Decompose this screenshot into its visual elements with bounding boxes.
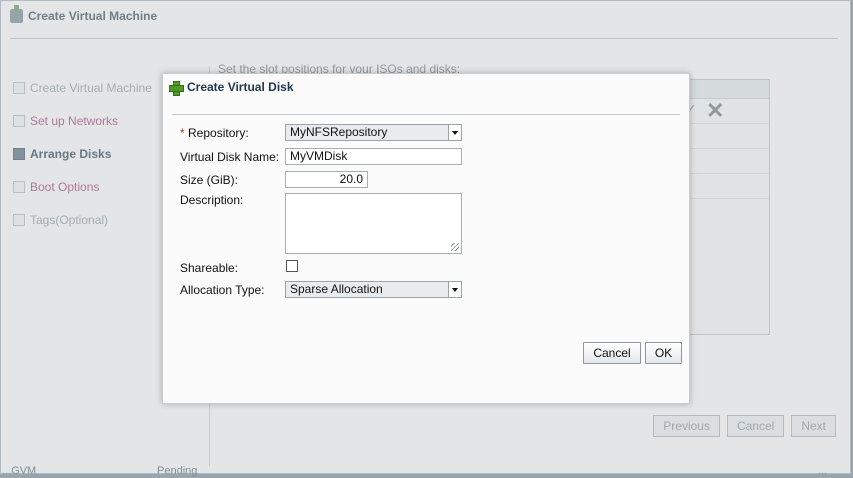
create-virtual-disk-dialog: Create Virtual Disk * Repository: MyNFSR… [162,73,690,404]
description-label: Description: [180,193,244,207]
cancel-button[interactable]: Cancel [583,342,641,364]
shareable-checkbox[interactable] [286,260,298,272]
disk-name-input[interactable]: MyVMDisk [285,148,462,165]
plus-icon [169,80,184,96]
repository-select[interactable]: MyNFSRepository [285,124,462,141]
allocation-type-label: Allocation Type: [180,283,265,297]
required-marker: * [180,126,185,140]
repository-label: * Repository: [180,126,249,140]
description-textarea[interactable] [285,193,462,254]
dialog-title: Create Virtual Disk [187,80,294,94]
chevron-down-icon[interactable] [448,282,461,297]
dialog-divider [172,114,680,115]
allocation-type-select[interactable]: Sparse Allocation [285,281,462,298]
repository-selected: MyNFSRepository [290,125,388,139]
repository-label-text: Repository: [188,126,249,140]
size-label: Size (GiB): [180,173,239,187]
disk-name-label: Virtual Disk Name: [180,150,280,164]
shareable-label: Shareable: [180,261,239,275]
dialog-header: Create Virtual Disk [169,80,294,96]
resize-grip-icon[interactable] [451,243,459,251]
chevron-down-icon[interactable] [448,125,461,140]
allocation-selected: Sparse Allocation [290,282,383,296]
ok-button[interactable]: OK [645,342,682,364]
size-input[interactable]: 20.0 [285,171,368,188]
